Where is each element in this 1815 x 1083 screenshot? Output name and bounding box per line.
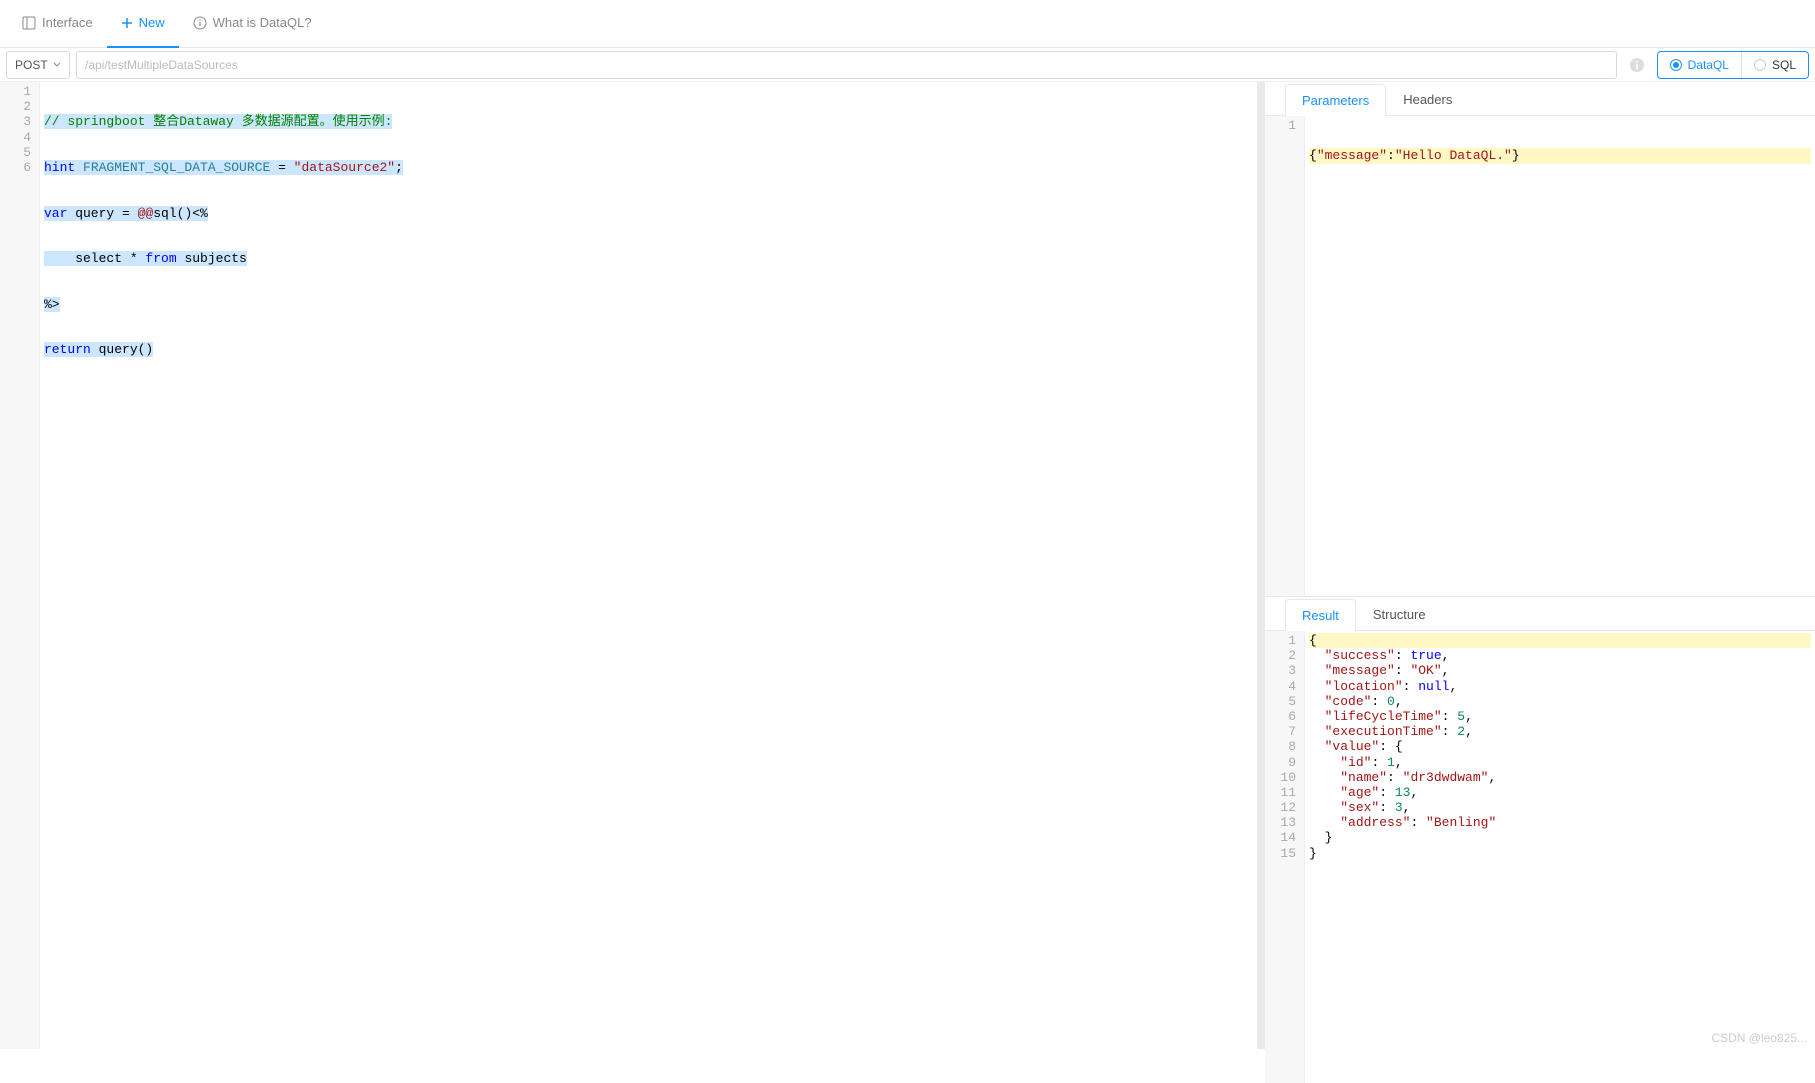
request-bar: POST DataQL SQL: [0, 48, 1815, 82]
tab-interface[interactable]: Interface: [8, 0, 107, 48]
tab-new-label: New: [139, 15, 165, 30]
tab-interface-label: Interface: [42, 15, 93, 30]
result-gutter: 123456789101112131415: [1265, 631, 1305, 1083]
http-method-select[interactable]: POST: [6, 51, 70, 79]
chevron-down-icon: [53, 61, 61, 69]
tab-headers[interactable]: Headers: [1386, 83, 1469, 115]
panel-icon: [22, 16, 36, 30]
radio-sql-label: SQL: [1772, 58, 1796, 72]
result-body: { "success": true, "message": "OK", "loc…: [1305, 631, 1815, 1083]
main-area: 123456 // springboot 整合Dataway 多数据源配置。使用…: [0, 82, 1815, 1049]
info-button[interactable]: [1623, 51, 1651, 79]
plus-icon: [121, 17, 133, 29]
radio-dataql-label: DataQL: [1688, 58, 1729, 72]
language-radio-group: DataQL SQL: [1657, 51, 1809, 79]
tab-parameters[interactable]: Parameters: [1285, 84, 1386, 116]
params-editor[interactable]: 1 {"message":"Hello DataQL."}: [1265, 116, 1815, 596]
info-icon: [193, 16, 207, 30]
radio-sql[interactable]: SQL: [1742, 52, 1808, 78]
editor-gutter: 123456: [0, 82, 40, 1049]
radio-circle-icon: [1670, 59, 1682, 71]
api-url-input[interactable]: [76, 51, 1617, 79]
result-pane: Result Structure 123456789101112131415 {…: [1265, 596, 1815, 1049]
radio-dataql[interactable]: DataQL: [1658, 52, 1741, 78]
tab-structure[interactable]: Structure: [1356, 598, 1443, 630]
editor-body[interactable]: // springboot 整合Dataway 多数据源配置。使用示例: hin…: [40, 82, 1257, 1049]
params-tabs: Parameters Headers: [1265, 82, 1815, 116]
radio-circle-icon: [1754, 59, 1766, 71]
tab-result[interactable]: Result: [1285, 599, 1356, 631]
code-editor-pane: 123456 // springboot 整合Dataway 多数据源配置。使用…: [0, 82, 1265, 1049]
tab-help-label: What is DataQL?: [213, 15, 312, 30]
code-editor[interactable]: 123456 // springboot 整合Dataway 多数据源配置。使用…: [0, 82, 1257, 1049]
params-gutter: 1: [1265, 116, 1305, 596]
tab-new[interactable]: New: [107, 0, 179, 48]
result-tabs: Result Structure: [1265, 597, 1815, 631]
http-method-value: POST: [15, 58, 48, 72]
result-editor[interactable]: 123456789101112131415 { "success": true,…: [1265, 631, 1815, 1083]
code-comment: // springboot 整合Dataway 多数据源配置。使用示例:: [44, 114, 392, 129]
watermark: CSDN @leo825...: [1711, 1031, 1807, 1045]
top-tabs: Interface New What is DataQL?: [0, 0, 1815, 48]
tab-help[interactable]: What is DataQL?: [179, 0, 326, 48]
right-pane: Parameters Headers 1 {"message":"Hello D…: [1265, 82, 1815, 1049]
